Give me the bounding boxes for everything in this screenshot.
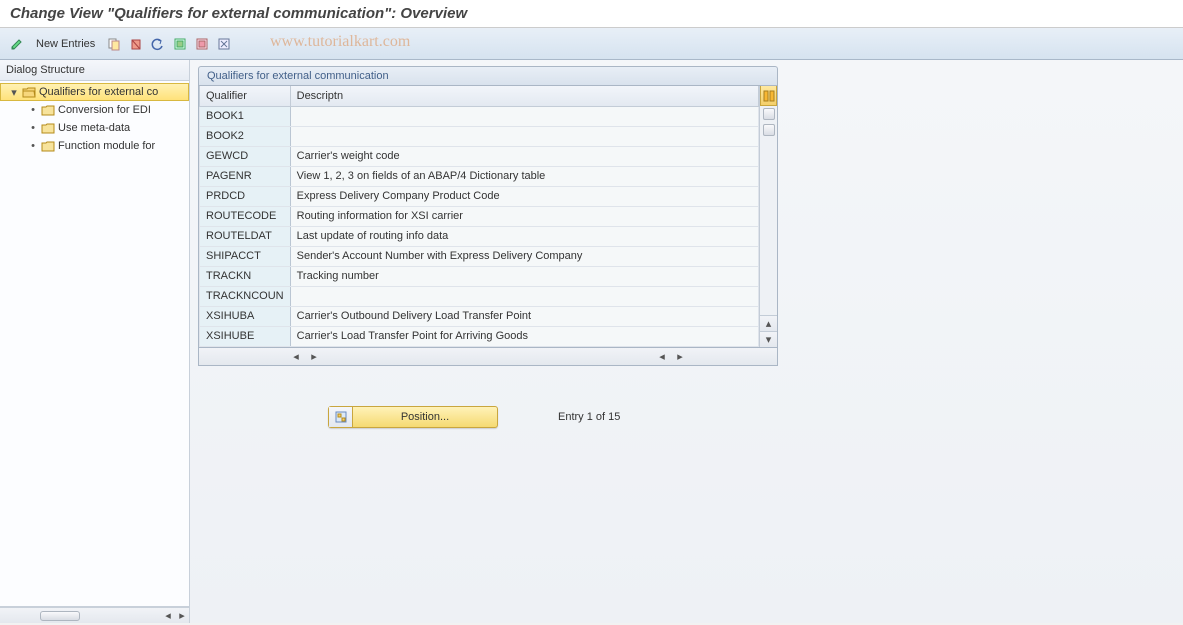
entry-counter: Entry 1 of 15	[558, 411, 620, 423]
cell-description[interactable]: View 1, 2, 3 on fields of an ABAP/4 Dict…	[290, 166, 758, 186]
scrollbar-thumb[interactable]	[40, 611, 80, 621]
cell-description[interactable]: Carrier's Load Transfer Point for Arrivi…	[290, 326, 758, 346]
scroll-up-icon[interactable]: ▴	[760, 315, 777, 331]
toggle-edit-icon[interactable]	[8, 35, 26, 53]
table-row[interactable]: ROUTELDATLast update of routing info dat…	[200, 226, 759, 246]
cell-qualifier[interactable]: BOOK1	[200, 106, 291, 126]
watermark: www.tutorialkart.com	[270, 33, 410, 51]
tree-child-use-meta-data[interactable]: • Use meta-data	[0, 119, 189, 137]
cell-description[interactable]: Carrier's weight code	[290, 146, 758, 166]
scrollbar-thumb[interactable]	[763, 124, 775, 136]
dialog-structure-header: Dialog Structure	[0, 60, 189, 81]
tree-bullet-icon: •	[28, 122, 38, 134]
position-button-label: Position...	[353, 411, 497, 423]
dialog-structure-tree: ▾ Qualifiers for external co • Conversio…	[0, 81, 189, 607]
table-row[interactable]: XSIHUBACarrier's Outbound Delivery Load …	[200, 306, 759, 326]
folder-closed-icon	[41, 140, 55, 152]
grid-horizontal-scrollbar[interactable]: ◂ ▸ ◂ ▸	[198, 348, 778, 366]
footer-row: Position... Entry 1 of 15	[198, 406, 1175, 428]
cell-qualifier[interactable]: PRDCD	[200, 186, 291, 206]
table-row[interactable]: ROUTECODERouting information for XSI car…	[200, 206, 759, 226]
cell-qualifier[interactable]: BOOK2	[200, 126, 291, 146]
table-row[interactable]: XSIHUBECarrier's Load Transfer Point for…	[200, 326, 759, 346]
copy-icon[interactable]	[105, 35, 123, 53]
scroll-left-icon[interactable]: ◂	[161, 609, 175, 622]
qualifiers-grid: Qualifier Descriptn BOOK1BOOK2GEWCDCarri…	[199, 86, 759, 347]
table-row[interactable]: GEWCDCarrier's weight code	[200, 146, 759, 166]
scroll-right-icon[interactable]: ▸	[673, 350, 687, 363]
folder-closed-icon	[41, 122, 55, 134]
cell-qualifier[interactable]: PAGENR	[200, 166, 291, 186]
tree-bullet-icon: •	[28, 104, 38, 116]
content-panel: Qualifiers for external communication Qu…	[190, 60, 1183, 623]
table-row[interactable]: TRACKNCOUN	[200, 286, 759, 306]
tree-child-label: Function module for	[58, 140, 155, 152]
scroll-right-icon[interactable]: ▸	[175, 609, 189, 622]
table-row[interactable]: BOOK1	[200, 106, 759, 126]
tree-child-function-module[interactable]: • Function module for	[0, 137, 189, 155]
table-row[interactable]: TRACKNTracking number	[200, 266, 759, 286]
delete-icon[interactable]	[127, 35, 145, 53]
cell-qualifier[interactable]: ROUTELDAT	[200, 226, 291, 246]
tree-child-label: Use meta-data	[58, 122, 130, 134]
cell-description[interactable]	[290, 286, 758, 306]
tree-child-conversion-edi[interactable]: • Conversion for EDI	[0, 101, 189, 119]
cell-qualifier[interactable]: ROUTECODE	[200, 206, 291, 226]
cell-qualifier[interactable]: GEWCD	[200, 146, 291, 166]
folder-open-icon	[22, 86, 36, 98]
table-row[interactable]: PRDCDExpress Delivery Company Product Co…	[200, 186, 759, 206]
tree-root-qualifiers[interactable]: ▾ Qualifiers for external co	[0, 83, 189, 101]
table-row[interactable]: PAGENRView 1, 2, 3 on fields of an ABAP/…	[200, 166, 759, 186]
page-title: Change View "Qualifiers for external com…	[0, 0, 1183, 28]
grid-right-gutter: ▴ ▾	[759, 86, 777, 347]
scroll-up-marker[interactable]	[763, 108, 775, 120]
scroll-left-icon[interactable]: ◂	[289, 350, 303, 363]
select-block-icon[interactable]	[193, 35, 211, 53]
table-row[interactable]: BOOK2	[200, 126, 759, 146]
main-area: Dialog Structure ▾ Qualifiers for extern…	[0, 60, 1183, 623]
scroll-left-icon[interactable]: ◂	[655, 350, 669, 363]
dialog-structure-panel: Dialog Structure ▾ Qualifiers for extern…	[0, 60, 190, 623]
tree-collapse-icon[interactable]: ▾	[9, 86, 19, 99]
table-row[interactable]: SHIPACCTSender's Account Number with Exp…	[200, 246, 759, 266]
grid-caption: Qualifiers for external communication	[198, 66, 778, 85]
tree-child-label: Conversion for EDI	[58, 104, 151, 116]
scroll-down-icon[interactable]: ▾	[760, 331, 777, 347]
cell-description[interactable]	[290, 106, 758, 126]
undo-icon[interactable]	[149, 35, 167, 53]
cell-description[interactable]: Tracking number	[290, 266, 758, 286]
cell-description[interactable]: Sender's Account Number with Express Del…	[290, 246, 758, 266]
cell-qualifier[interactable]: SHIPACCT	[200, 246, 291, 266]
position-button[interactable]: Position...	[328, 406, 498, 428]
cell-description[interactable]: Express Delivery Company Product Code	[290, 186, 758, 206]
cell-description[interactable]: Routing information for XSI carrier	[290, 206, 758, 226]
tree-root-label: Qualifiers for external co	[39, 86, 158, 98]
deselect-all-icon[interactable]	[215, 35, 233, 53]
tree-horizontal-scrollbar[interactable]: ◂ ▸	[0, 607, 189, 623]
position-icon	[329, 407, 353, 427]
cell-qualifier[interactable]: TRACKN	[200, 266, 291, 286]
configure-columns-icon[interactable]	[760, 86, 777, 106]
new-entries-button[interactable]: New Entries	[30, 36, 101, 52]
vertical-scrollbar[interactable]	[760, 106, 777, 315]
cell-description[interactable]: Carrier's Outbound Delivery Load Transfe…	[290, 306, 758, 326]
cell-description[interactable]	[290, 126, 758, 146]
cell-qualifier[interactable]: XSIHUBA	[200, 306, 291, 326]
qualifiers-table: Qualifier Descriptn BOOK1BOOK2GEWCDCarri…	[198, 85, 778, 348]
scroll-right-icon[interactable]: ▸	[307, 350, 321, 363]
column-header-qualifier[interactable]: Qualifier	[200, 86, 291, 106]
column-header-description[interactable]: Descriptn	[290, 86, 758, 106]
cell-qualifier[interactable]: XSIHUBE	[200, 326, 291, 346]
tree-bullet-icon: •	[28, 140, 38, 152]
folder-closed-icon	[41, 104, 55, 116]
select-all-icon[interactable]	[171, 35, 189, 53]
cell-qualifier[interactable]: TRACKNCOUN	[200, 286, 291, 306]
toolbar: New Entries www.tutorialkart.com	[0, 28, 1183, 60]
cell-description[interactable]: Last update of routing info data	[290, 226, 758, 246]
